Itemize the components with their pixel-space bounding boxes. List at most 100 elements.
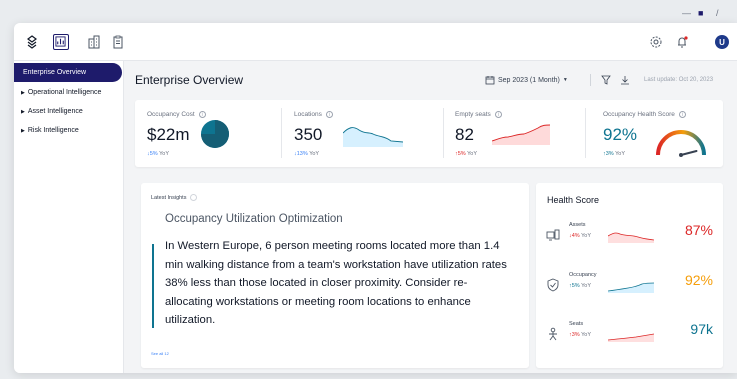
notification-icon[interactable] (675, 35, 689, 49)
shield-check-icon (546, 278, 560, 292)
health-row-trend: ↑5% YoY (569, 283, 591, 289)
seats-sparkline (608, 333, 654, 342)
info-icon[interactable] (190, 194, 198, 201)
trend-value: 3% (605, 151, 614, 157)
health-row-value: 97k (690, 321, 713, 337)
sidebar-item-label: Enterprise Overview (23, 69, 87, 76)
person-seat-icon (546, 327, 560, 341)
date-range-label: Sep 2023 (1 Month) (498, 76, 560, 84)
insight-title: Occupancy Utilization Optimization (165, 213, 343, 225)
kpi-label: Locations (294, 111, 322, 118)
caret-right-icon: ▶ (21, 109, 25, 115)
calendar-icon (485, 76, 495, 85)
health-row-trend: ↓4% YoY (569, 233, 591, 239)
kpi-label: Occupancy Health Score (603, 111, 675, 118)
kpi-card: Occupancy Cost i $22m ↓5% YoY Locations i … (135, 100, 723, 167)
divider (590, 74, 591, 86)
clipboard-icon[interactable] (111, 35, 125, 49)
page-title: Enterprise Overview (135, 73, 244, 87)
app-window: U Enterprise Overview ▶ Operational Intel… (14, 23, 737, 373)
kpi-locations[interactable]: Locations i 350 ↓13% YoY (294, 100, 424, 167)
kpi-value: 350 (294, 125, 323, 144)
trend-suffix: YoY (159, 151, 170, 157)
gauge-needle (680, 150, 698, 156)
insight-body: In Western Europe, 6 person meeting room… (165, 240, 507, 327)
see-all-link[interactable]: See all 12 (151, 351, 169, 356)
kpi-value: 92% (603, 125, 638, 144)
kpi-value: 82 (455, 125, 474, 144)
top-bar: U (14, 23, 737, 61)
occupancy-sparkline (608, 282, 654, 293)
trend-value: 5% (149, 151, 158, 157)
caret-right-icon: ▶ (21, 128, 25, 134)
insight-accent-bar (152, 244, 154, 328)
health-row-label: Seats (569, 321, 584, 327)
info-icon[interactable]: i (678, 111, 686, 118)
last-update: Last update: Oct 20, 2023 (644, 77, 714, 83)
sidebar-item-operational-intelligence[interactable]: ▶ Operational Intelligence (14, 86, 123, 99)
settings-icon[interactable] (649, 35, 663, 49)
maximize-icon[interactable]: ■ (698, 8, 703, 18)
kpi-trend: ↓5% YoY (147, 151, 169, 157)
sidebar: Enterprise Overview ▶ Operational Intelli… (14, 61, 124, 373)
sidebar-item-label: Asset Intelligence (27, 108, 83, 115)
kpi-trend: ↓13% YoY (294, 151, 319, 157)
trend-value: ↑5% (569, 283, 580, 289)
health-row-label: Occupancy (569, 272, 597, 278)
download-icon[interactable] (620, 75, 630, 85)
dashboard-icon[interactable] (53, 34, 69, 50)
empty-seats-sparkline (492, 124, 550, 145)
trend-suffix: YoY (467, 151, 478, 157)
filter-icon[interactable] (601, 75, 611, 85)
date-range-selector[interactable]: Sep 2023 (1 Month) ▼ (485, 75, 568, 85)
trend-suffix: YoY (581, 283, 592, 289)
health-score-title: Health Score (547, 195, 600, 205)
kpi-occupancy-cost[interactable]: Occupancy Cost i $22m ↓5% YoY (147, 100, 277, 167)
kpi-trend: ↑5% YoY (455, 151, 477, 157)
page-header: Enterprise Overview Sep 2023 (1 Month) ▼… (135, 61, 737, 95)
info-icon[interactable]: i (325, 111, 333, 118)
kpi-occupancy-health-score[interactable]: Occupancy Health Score i 92% ↑3% YoY (603, 100, 718, 167)
workspace-icon[interactable] (25, 35, 39, 49)
trend-value: 5% (457, 151, 466, 157)
minimize-icon[interactable]: — (682, 8, 691, 18)
kpi-label: Occupancy Cost (147, 111, 195, 118)
chevron-down-icon: ▼ (562, 77, 568, 83)
assets-sparkline (608, 232, 654, 243)
sidebar-item-asset-intelligence[interactable]: ▶ Asset Intelligence (14, 105, 123, 118)
kpi-empty-seats[interactable]: Empty seats i 82 ↑5% YoY (455, 100, 585, 167)
health-row-label: Assets (569, 222, 586, 228)
caret-right-icon: ▶ (21, 90, 25, 96)
health-row-seats[interactable]: Seats ↑3% YoY 97k (536, 321, 723, 351)
divider (443, 108, 444, 158)
health-score-card: Health Score Assets ↓4% YoY 87% Occupanc… (536, 183, 723, 368)
trend-suffix: YoY (581, 332, 592, 338)
insights-card: Latest Insights Occupancy Utilization Op… (141, 183, 529, 368)
trend-value: 13% (296, 151, 308, 157)
sidebar-item-risk-intelligence[interactable]: ▶ Risk Intelligence (14, 124, 123, 137)
kpi-trend: ↑3% YoY (603, 151, 625, 157)
sidebar-item-enterprise-overview[interactable]: Enterprise Overview (14, 63, 122, 82)
health-gauge (656, 130, 706, 157)
trend-suffix: YoY (615, 151, 626, 157)
health-row-occupancy[interactable]: Occupancy ↑5% YoY 92% (536, 272, 723, 302)
sidebar-item-label: Operational Intelligence (27, 89, 102, 96)
kpi-label: Empty seats (455, 111, 491, 118)
devices-icon (546, 228, 560, 242)
occupancy-cost-pie (201, 120, 229, 148)
kpi-value: $22m (147, 125, 190, 144)
buildings-icon[interactable] (87, 35, 101, 49)
trend-value: ↑3% (569, 332, 580, 338)
health-row-value: 92% (684, 272, 713, 288)
more-icon[interactable]: / (716, 8, 719, 18)
locations-sparkline (343, 127, 403, 147)
insights-label: Latest Insights (151, 194, 187, 201)
divider (281, 108, 282, 158)
health-row-trend: ↑3% YoY (569, 332, 591, 338)
avatar[interactable]: U (715, 35, 729, 49)
info-icon[interactable]: i (198, 111, 206, 118)
health-row-value: 87% (684, 222, 713, 238)
info-icon[interactable]: i (494, 111, 502, 118)
trend-value: ↓4% (569, 233, 580, 239)
health-row-assets[interactable]: Assets ↓4% YoY 87% (536, 222, 723, 252)
